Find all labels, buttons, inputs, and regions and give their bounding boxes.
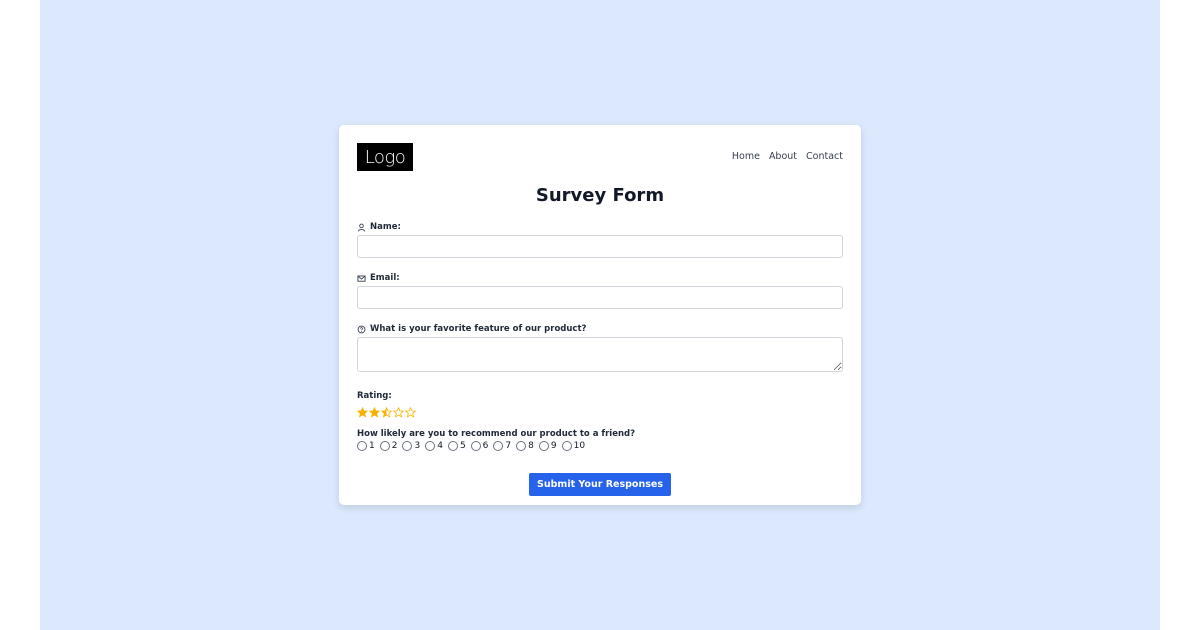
radio-button[interactable] [561, 441, 572, 451]
radio-button[interactable] [379, 441, 390, 451]
feature-textarea[interactable] [357, 337, 843, 372]
recommend-group: How likely are you to recommend our prod… [357, 428, 843, 451]
nav-link-contact[interactable]: Contact [806, 151, 843, 162]
nav-link-home[interactable]: Home [732, 151, 760, 162]
question-circle-icon [357, 325, 366, 334]
recommend-option-1[interactable]: 1 [357, 441, 375, 451]
radio-label: 1 [369, 441, 375, 451]
radio-button[interactable] [516, 441, 527, 451]
recommend-radio-group: 1 2 3 4 5 6 7 8 9 10 [357, 441, 843, 451]
radio-label: 8 [528, 441, 534, 451]
email-field-group: Email: [357, 272, 843, 309]
feature-label: What is your favorite feature of our pro… [370, 324, 587, 334]
email-input[interactable] [357, 286, 843, 309]
recommend-option-2[interactable]: 2 [379, 441, 398, 451]
feature-field-group: What is your favorite feature of our pro… [357, 323, 843, 372]
radio-button[interactable] [425, 441, 436, 451]
recommend-option-8[interactable]: 8 [516, 441, 534, 451]
radio-label: 5 [459, 441, 466, 451]
star-filled-icon[interactable] [368, 403, 381, 418]
envelope-icon [357, 274, 366, 283]
page-title: Survey Form [535, 185, 665, 206]
radio-button[interactable] [470, 441, 481, 451]
survey-card: Logo Home About Contact Survey Form Name… [339, 125, 861, 505]
recommend-option-7[interactable]: 7 [493, 441, 511, 451]
radio-label: 6 [482, 441, 489, 451]
radio-button[interactable] [402, 441, 413, 451]
recommend-option-10[interactable]: 10 [561, 441, 586, 451]
star-filled-icon[interactable] [356, 403, 369, 418]
radio-button[interactable] [493, 441, 504, 451]
recommend-option-3[interactable]: 3 [402, 441, 420, 451]
radio-label: 2 [391, 441, 398, 451]
radio-button[interactable] [538, 441, 549, 451]
radio-label: 10 [573, 441, 586, 451]
rating-group: Rating: [356, 390, 843, 418]
radio-button[interactable] [447, 441, 458, 451]
radio-label: 3 [414, 441, 421, 451]
radio-label: 7 [505, 441, 512, 451]
radio-label: 4 [437, 441, 443, 451]
logo[interactable]: Logo [357, 143, 413, 171]
star-half-icon[interactable] [380, 403, 393, 418]
recommend-label: How likely are you to recommend our prod… [357, 429, 636, 439]
header-bar: Logo Home About Contact [357, 143, 843, 171]
recommend-option-5[interactable]: 5 [447, 441, 466, 451]
nav-link-about[interactable]: About [769, 151, 797, 162]
email-label: Email: [370, 273, 400, 283]
name-input[interactable] [357, 235, 843, 258]
name-field-group: Name: [357, 221, 843, 258]
submit-button[interactable]: Submit Your Responses [529, 473, 671, 496]
name-label: Name: [370, 222, 401, 232]
rating-label: Rating: [357, 391, 392, 401]
radio-button[interactable] [357, 441, 367, 451]
recommend-option-4[interactable]: 4 [425, 441, 443, 451]
star-empty-icon[interactable] [392, 403, 405, 418]
recommend-option-9[interactable]: 9 [538, 441, 557, 451]
recommend-option-6[interactable]: 6 [470, 441, 489, 451]
user-icon [357, 223, 366, 232]
top-nav: Home About Contact [732, 151, 843, 162]
radio-label: 9 [550, 441, 557, 451]
star-rating [356, 403, 843, 418]
star-empty-icon[interactable] [404, 403, 417, 418]
